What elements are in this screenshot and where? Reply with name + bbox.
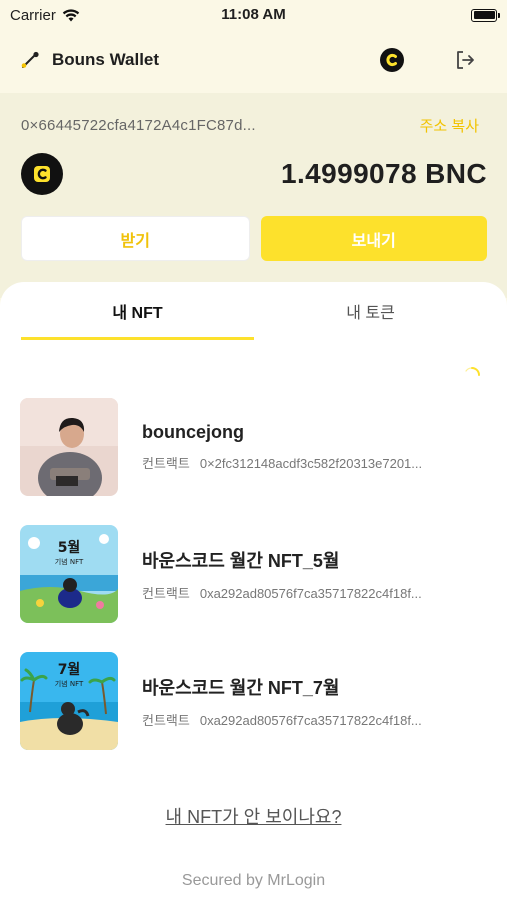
wallet-address: 0×66445722cfa4172A4c1FC87d... xyxy=(21,117,256,134)
nft-contract: 컨트랙트 0×2fc312148acdf3c582f20313e7201... xyxy=(142,453,487,472)
logout-icon[interactable] xyxy=(454,49,476,71)
assets-sheet: 내 NFT 내 토큰 bouncejong 컨트랙트 0×2fc312148ac… xyxy=(0,282,507,900)
contract-label: 컨트랙트 xyxy=(142,585,190,601)
asset-tabs: 내 NFT 내 토큰 xyxy=(21,282,487,340)
wallet-summary: 0×66445722cfa4172A4c1FC87d... 주소 복사 1.49… xyxy=(0,93,507,298)
receive-button[interactable]: 받기 xyxy=(21,216,250,261)
thumb-title: 5월 xyxy=(58,539,81,556)
status-bar: Carrier 11:08 AM xyxy=(0,0,507,30)
action-buttons: 받기 보내기 xyxy=(21,216,487,261)
loading-spinner-icon xyxy=(465,367,480,376)
person-photo-image xyxy=(20,398,118,496)
app-title: Bouns Wallet xyxy=(52,50,160,69)
nft-item[interactable]: bouncejong 컨트랙트 0×2fc312148acdf3c582f2031… xyxy=(20,398,487,496)
nft-help-link[interactable]: 내 NFT가 안 보이나요? xyxy=(0,803,507,829)
nft-item[interactable]: 5월 기념 NFT 바운스코드 월간 NFT_5월 컨트랙트 0xa292ad80… xyxy=(20,525,487,623)
wallet-logo-icon xyxy=(21,51,39,68)
nft-info: bouncejong 컨트랙트 0×2fc312148acdf3c582f2031… xyxy=(142,422,487,472)
tab-my-nft[interactable]: 내 NFT xyxy=(21,282,254,340)
thumb-title: 7월 xyxy=(58,661,81,678)
nft-thumbnail: 5월 기념 NFT xyxy=(20,525,118,623)
contract-address: 0×2fc312148acdf3c582f20313e7201... xyxy=(199,456,423,471)
contract-address: 0xa292ad80576f7ca35717822c4f18f... xyxy=(199,585,422,601)
contract-label: 컨트랙트 xyxy=(142,712,190,728)
secured-by-footer: Secured by MrLogin xyxy=(181,872,326,889)
monthly-nft-may-image: 5월 기념 NFT xyxy=(20,525,118,623)
nft-thumbnail xyxy=(20,398,118,496)
nft-name: 바운스코드 월간 NFT_7월 xyxy=(142,677,340,698)
nft-info: 바운스코드 월간 NFT_7월 컨트랙트 0xa292ad80576f7ca357… xyxy=(142,674,487,729)
nft-thumbnail: 7월 기념 NFT xyxy=(20,652,118,750)
nft-info: 바운스코드 월간 NFT_5월 컨트랙트 0xa292ad80576f7ca357… xyxy=(142,547,487,602)
contract-label: 컨트랙트 xyxy=(142,456,190,471)
thumb-subtitle: 기념 NFT xyxy=(55,557,84,566)
tab-my-token[interactable]: 내 토큰 xyxy=(254,282,487,340)
nft-contract: 컨트랙트 0xa292ad80576f7ca35717822c4f18f... xyxy=(142,710,487,729)
app-header: Bouns Wallet xyxy=(0,40,507,80)
contract-address: 0xa292ad80576f7ca35717822c4f18f... xyxy=(199,712,422,728)
nft-item[interactable]: 7월 기념 NFT 바운스코드 월간 NFT_7월 컨트랙트 0xa292ad80… xyxy=(20,652,487,750)
thumb-subtitle: 기념 NFT xyxy=(55,679,84,688)
status-time: 11:08 AM xyxy=(221,6,286,23)
nft-name: bouncejong xyxy=(142,422,244,442)
nft-list: bouncejong 컨트랙트 0×2fc312148acdf3c582f2031… xyxy=(20,398,487,779)
send-button[interactable]: 보내기 xyxy=(260,216,487,261)
nft-contract: 컨트랙트 0xa292ad80576f7ca35717822c4f18f... xyxy=(142,583,487,602)
wallet-balance: 1.4999078 BNC xyxy=(281,158,487,189)
battery-icon xyxy=(471,8,500,22)
monthly-nft-july-image: 7월 기념 NFT xyxy=(20,652,118,750)
copy-address-button[interactable]: 주소 복사 xyxy=(420,115,479,136)
bnc-token-icon xyxy=(21,153,63,195)
bnc-coin-icon[interactable] xyxy=(380,48,404,72)
token-c-glyph xyxy=(34,166,50,182)
nft-name: 바운스코드 월간 NFT_5월 xyxy=(142,550,340,571)
app-logo: Bouns Wallet xyxy=(20,50,159,70)
address-row: 0×66445722cfa4172A4c1FC87d... 주소 복사 xyxy=(21,115,479,136)
balance-row: 1.4999078 BNC xyxy=(21,153,487,195)
coin-c-glyph xyxy=(386,53,397,67)
